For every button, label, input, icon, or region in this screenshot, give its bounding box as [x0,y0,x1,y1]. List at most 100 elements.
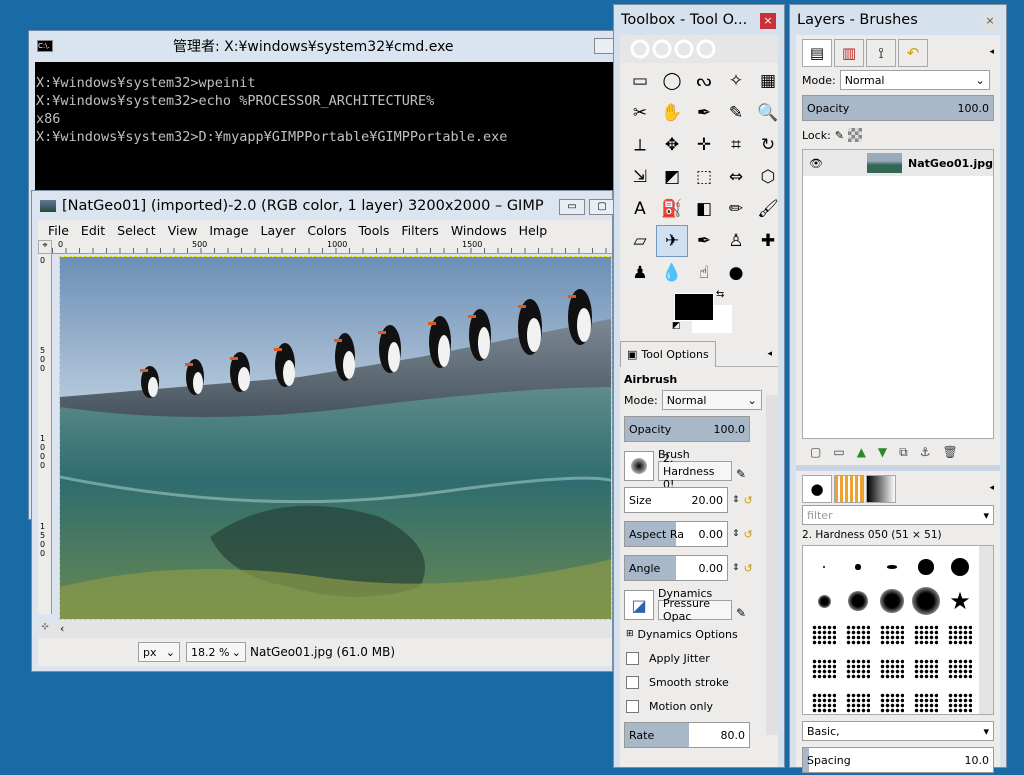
angle-slider[interactable]: Angle 0.00 [624,555,728,581]
options-scrollbar[interactable] [766,395,778,735]
brush-preview-cell[interactable] [875,550,909,584]
align-icon[interactable]: ✛ [688,129,720,161]
rect-select-icon[interactable]: ▭ [624,65,656,97]
heal-icon[interactable]: ✚ [752,225,784,257]
navigate-icon[interactable]: ⊹ [38,622,52,636]
checkbox[interactable] [626,651,639,665]
brush-preview-cell[interactable] [875,686,909,714]
gradients-tab-icon[interactable] [866,475,896,503]
brush-preview-cell[interactable]: ★ [943,584,977,618]
unit-select[interactable]: px ⌄ [138,642,180,662]
default-colors-icon[interactable]: ◩ [672,321,681,331]
lower-layer-icon[interactable]: ▼ [878,445,887,461]
brush-preview-cell[interactable] [943,686,977,714]
apply-jitter-checkbox[interactable]: Apply Jitter [620,646,766,670]
color-select-icon[interactable]: ▦ [752,65,784,97]
smudge-icon[interactable]: ☝ [688,257,720,289]
menu-edit[interactable]: Edit [81,223,105,238]
brush-preview-cell[interactable] [807,686,841,714]
paintbrush-icon[interactable]: 🖌 [752,193,784,225]
raise-layer-icon[interactable]: ▲ [857,445,866,461]
brush-preview-cell[interactable] [807,652,841,686]
brush-preview-cell[interactable] [909,652,943,686]
brush-preview[interactable] [624,451,654,481]
anchor-layer-icon[interactable]: ⚓ [920,445,931,461]
brush-preview-cell[interactable] [909,686,943,714]
brush-preview-cell[interactable] [943,618,977,652]
rotate-icon[interactable]: ↻ [752,129,784,161]
brush-preview-cell[interactable] [841,652,875,686]
checkbox[interactable] [626,699,639,713]
cage-icon[interactable]: ⬡ [752,161,784,193]
layers-tab-icon[interactable]: ▤ [802,39,832,67]
spin-icon[interactable]: ⇕ [732,529,740,539]
close-icon[interactable]: × [760,13,776,29]
brush-set-select[interactable]: Basic, ▾ [802,721,994,741]
gimp-minimize-button[interactable]: ▭ [559,199,585,215]
image-canvas[interactable] [59,256,612,620]
brush-preview-cell[interactable] [807,550,841,584]
edit-icon[interactable]: ✎ [736,467,746,481]
scissors-icon[interactable]: ✂ [624,97,656,129]
checkbox[interactable] [626,675,639,689]
brushes-tab-icon[interactable]: ● [802,475,832,503]
flip-icon[interactable]: ⇔ [720,161,752,193]
menu-help[interactable]: Help [519,223,548,238]
brush-preview-cell[interactable] [909,584,943,618]
brush-preview-cell[interactable] [909,618,943,652]
toolbox-titlebar[interactable]: Toolbox - Tool O... × [614,5,784,35]
brush-preview-cell[interactable] [807,618,841,652]
lock-alpha-icon[interactable] [848,128,863,142]
menu-view[interactable]: View [168,223,198,238]
blur-icon[interactable]: 💧 [656,257,688,289]
rate-slider[interactable]: Rate 80.0 [624,722,750,748]
close-icon[interactable]: × [982,13,998,29]
brush-preview-cell[interactable] [875,584,909,618]
motion-only-checkbox[interactable]: Motion only [620,694,766,718]
brush-preview-cell[interactable] [875,652,909,686]
brush-preview-cell[interactable] [943,550,977,584]
dodge-burn-icon[interactable]: ● [720,257,752,289]
aspect-slider[interactable]: Aspect Ra 0.00 [624,521,728,547]
reset-icon[interactable]: ↺ [744,562,753,575]
lock-pixels-icon[interactable]: ✎ [835,129,844,142]
brush-preview-cell[interactable] [875,618,909,652]
move-icon[interactable]: ✥ [656,129,688,161]
horizontal-ruler[interactable]: 0 500 1000 1500 [52,240,612,254]
bucket-fill-icon[interactable]: ⛽ [656,193,688,225]
blend-icon[interactable]: ◧ [688,193,720,225]
menu-colors[interactable]: Colors [307,223,346,238]
clone-icon[interactable]: ♙ [720,225,752,257]
reset-icon[interactable]: ↺ [744,528,753,541]
swap-colors-icon[interactable]: ⇆ [716,289,724,300]
foreground-select-icon[interactable]: ✋ [656,97,688,129]
gimp-titlebar[interactable]: [NatGeo01] (imported)-2.0 (RGB color, 1 … [32,191,612,221]
brush-preview-cell[interactable] [943,652,977,686]
perspective-clone-icon[interactable]: ♟ [624,257,656,289]
brush-scrollbar[interactable] [979,546,993,714]
pencil-icon[interactable]: ✏ [720,193,752,225]
mode-select[interactable]: Normal ⌄ [661,390,762,410]
layer-mode-select[interactable]: Normal ⌄ [839,70,990,90]
new-layer-icon[interactable]: ▢ [810,445,821,461]
menu-file[interactable]: File [48,223,69,238]
menu-filters[interactable]: Filters [401,223,438,238]
ink-icon[interactable]: ✒ [688,225,720,257]
layer-row[interactable]: 👁 NatGeo01.jpg [803,150,993,176]
zoom-select[interactable]: 18.2 % ⌄ [186,642,246,662]
shear-icon[interactable]: ◩ [656,161,688,193]
vertical-ruler[interactable]: 0 5 0 0 1 0 0 0 1 5 0 0 [38,254,52,614]
fuzzy-select-icon[interactable]: ✧ [720,65,752,97]
tab-tool-options[interactable]: ▣ Tool Options [620,340,716,367]
reset-icon[interactable]: ↺ [744,494,753,507]
scale-icon[interactable]: ⇲ [624,161,656,193]
delete-layer-icon[interactable]: 🗑 [943,445,958,461]
duplicate-layer-icon[interactable]: ⧉ [899,445,908,461]
brush-filter-input[interactable]: filter ▾ [802,505,994,525]
gimp-maximize-button[interactable]: ▢ [589,199,615,215]
spacing-slider[interactable]: Spacing 10.0 [802,747,994,773]
crop-icon[interactable]: ⌗ [720,129,752,161]
horizontal-scrollbar[interactable]: ‹ [52,622,612,636]
channels-tab-icon[interactable]: ▥ [834,39,864,67]
perspective-icon[interactable]: ⬚ [688,161,720,193]
